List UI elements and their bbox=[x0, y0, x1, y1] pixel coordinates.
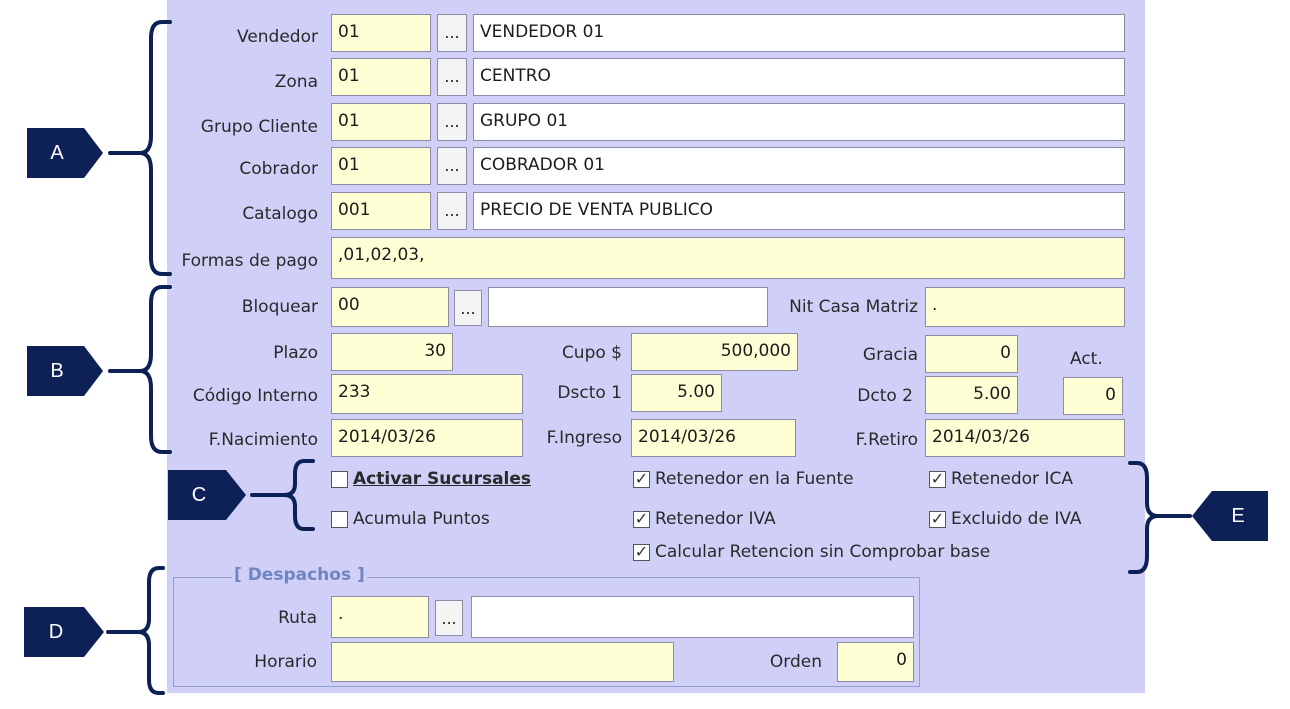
annotation-brackets bbox=[24, 20, 1268, 695]
bracket-c bbox=[250, 459, 315, 531]
tag-a-label: A bbox=[50, 141, 64, 164]
tag-c-label: C bbox=[191, 483, 207, 506]
bracket-a bbox=[108, 20, 172, 276]
tag-e-label: E bbox=[1231, 504, 1245, 527]
bracket-d bbox=[106, 566, 165, 695]
bracket-e bbox=[1128, 461, 1192, 574]
bracket-b bbox=[108, 285, 172, 454]
tag-d-label: D bbox=[48, 620, 64, 643]
tag-b-label: B bbox=[50, 359, 64, 382]
